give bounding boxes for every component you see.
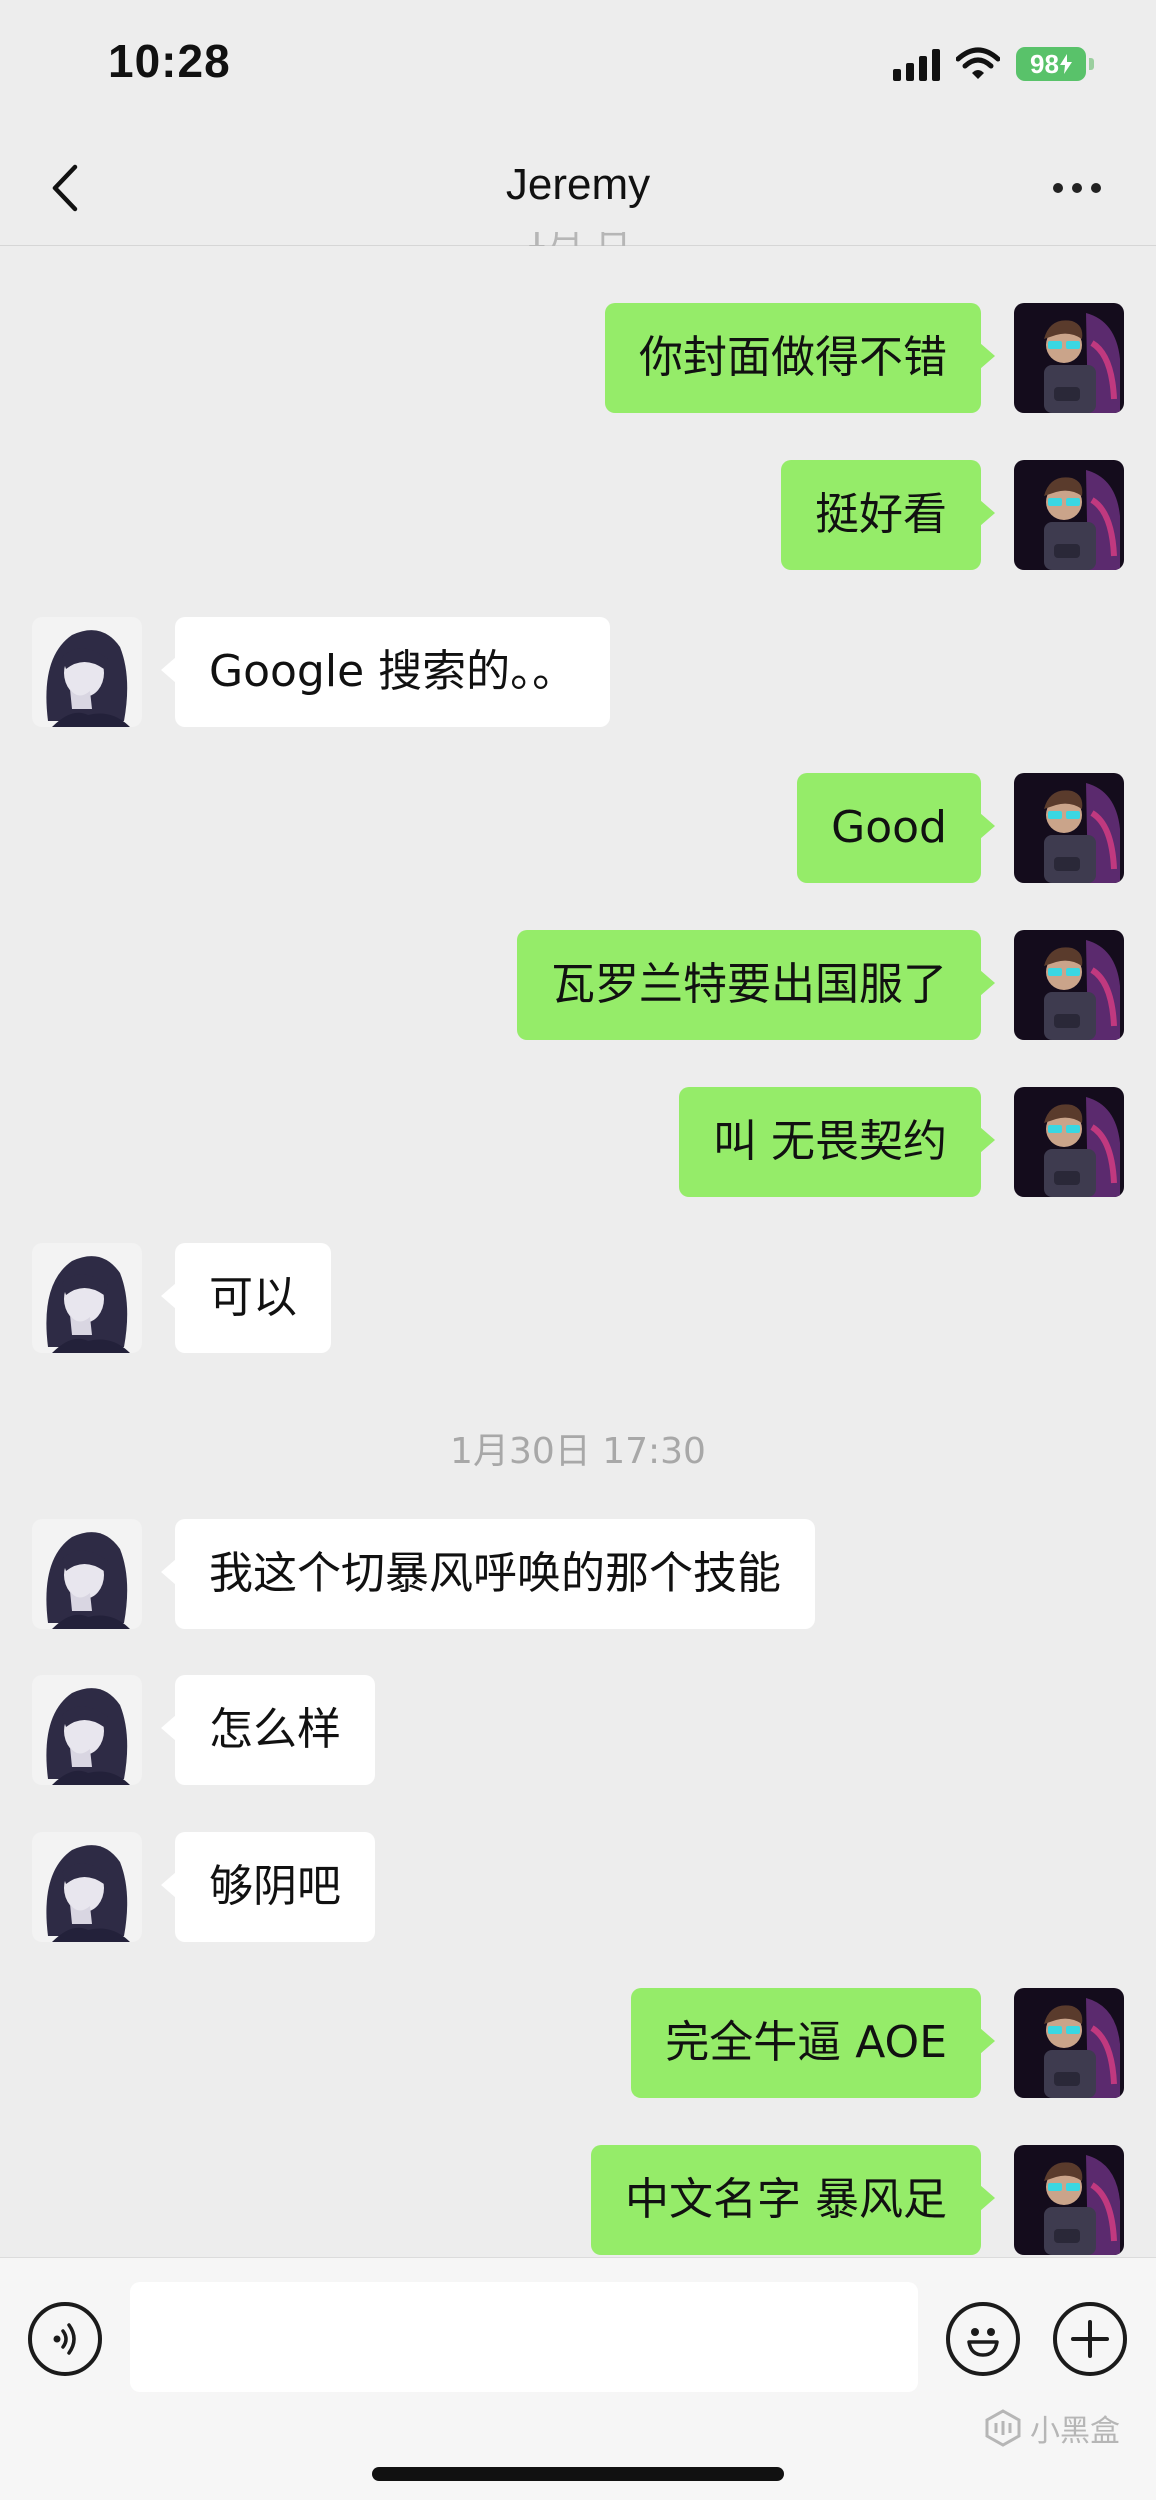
status-icons: 98 [893,44,1094,84]
status-time: 10:28 [108,35,231,87]
chat-messages[interactable]: 你封面做得不错挺好看 Google 搜索的。。 Good 瓦罗兰特要出国服了叫 无畏契… [0,247,1156,2257]
contact-avatar[interactable] [32,1832,142,1942]
wifi-icon [956,47,1000,81]
message-row-sent: 你封面做得不错 [0,303,1156,413]
battery-icon: 98 [1016,47,1094,81]
message-bubble[interactable]: 瓦罗兰特要出国服了 [517,930,995,1040]
emoji-button[interactable] [946,2302,1020,2376]
message-bubble[interactable]: 叫 无畏契约 [679,1087,995,1197]
message-bubble[interactable]: Google 搜索的。。 [160,617,611,727]
message-row-received: 够阴吧 [0,1832,1156,1942]
plus-icon [1071,2320,1109,2358]
message-row-sent: 瓦罗兰特要出国服了 [0,930,1156,1040]
contact-avatar[interactable] [32,1243,142,1353]
message-bubble[interactable]: 你封面做得不错 [605,303,995,413]
message-row-received: 我这个切暴风呼唤的那个技能 [0,1519,1156,1629]
contact-avatar[interactable] [32,617,142,727]
message-bubble[interactable]: 够阴吧 [161,1832,375,1942]
message-bubble[interactable]: 我这个切暴风呼唤的那个技能 [161,1519,815,1629]
input-bar: 小黑盒 [0,2257,1156,2500]
status-bar: 10:28 98 [0,0,1156,130]
message-bubble[interactable]: 完全牛逼 AOE [631,1988,995,2098]
signal-icon [893,47,940,81]
message-row-received: 可以 [0,1243,1156,1353]
message-row-sent: 中文名字 暴风足 [0,2145,1156,2255]
contact-avatar[interactable] [32,1675,142,1785]
more-dots-icon [1053,183,1063,193]
my-avatar[interactable] [1014,303,1124,413]
plus-button[interactable] [1053,2302,1127,2376]
my-avatar[interactable] [1014,1087,1124,1197]
home-indicator[interactable] [372,2467,784,2481]
message-row-received: Google 搜索的。。 [0,617,1156,727]
more-options-button[interactable] [1042,166,1112,210]
message-bubble[interactable]: 中文名字 暴风足 [591,2145,995,2255]
chat-title: Jeremy [505,160,651,209]
my-avatar[interactable] [1014,2145,1124,2255]
earlier-timestamp: 1月 日 [0,232,1156,246]
message-row-received: 怎么样 [0,1675,1156,1785]
message-bubble[interactable]: 挺好看 [781,460,995,570]
message-row-sent: Good [0,773,1156,883]
message-row-sent: 完全牛逼 AOE [0,1988,1156,2098]
message-row-sent: 挺好看 [0,460,1156,570]
message-row-sent: 叫 无畏契约 [0,1087,1156,1197]
time-divider: 1月30日 17:30 [450,1431,706,1472]
watermark-text: 小黑盒 [1030,2414,1120,2449]
my-avatar[interactable] [1014,930,1124,1040]
message-bubble[interactable]: 怎么样 [161,1675,375,1785]
my-avatar[interactable] [1014,773,1124,883]
watermark: 小黑盒 [984,2406,1120,2450]
message-bubble[interactable]: Good [797,773,995,883]
my-avatar[interactable] [1014,1988,1124,2098]
voice-button[interactable] [28,2302,102,2376]
contact-avatar[interactable] [32,1519,142,1629]
nav-bar: Jeremy [0,130,1156,246]
my-avatar[interactable] [1014,460,1124,570]
battery-level: 98 [1030,48,1059,79]
message-input[interactable] [130,2282,918,2392]
watermark-logo-icon [985,2409,1021,2447]
message-bubble[interactable]: 可以 [161,1243,331,1353]
voice-icon [53,2323,76,2355]
emoji-icon [967,2328,999,2357]
